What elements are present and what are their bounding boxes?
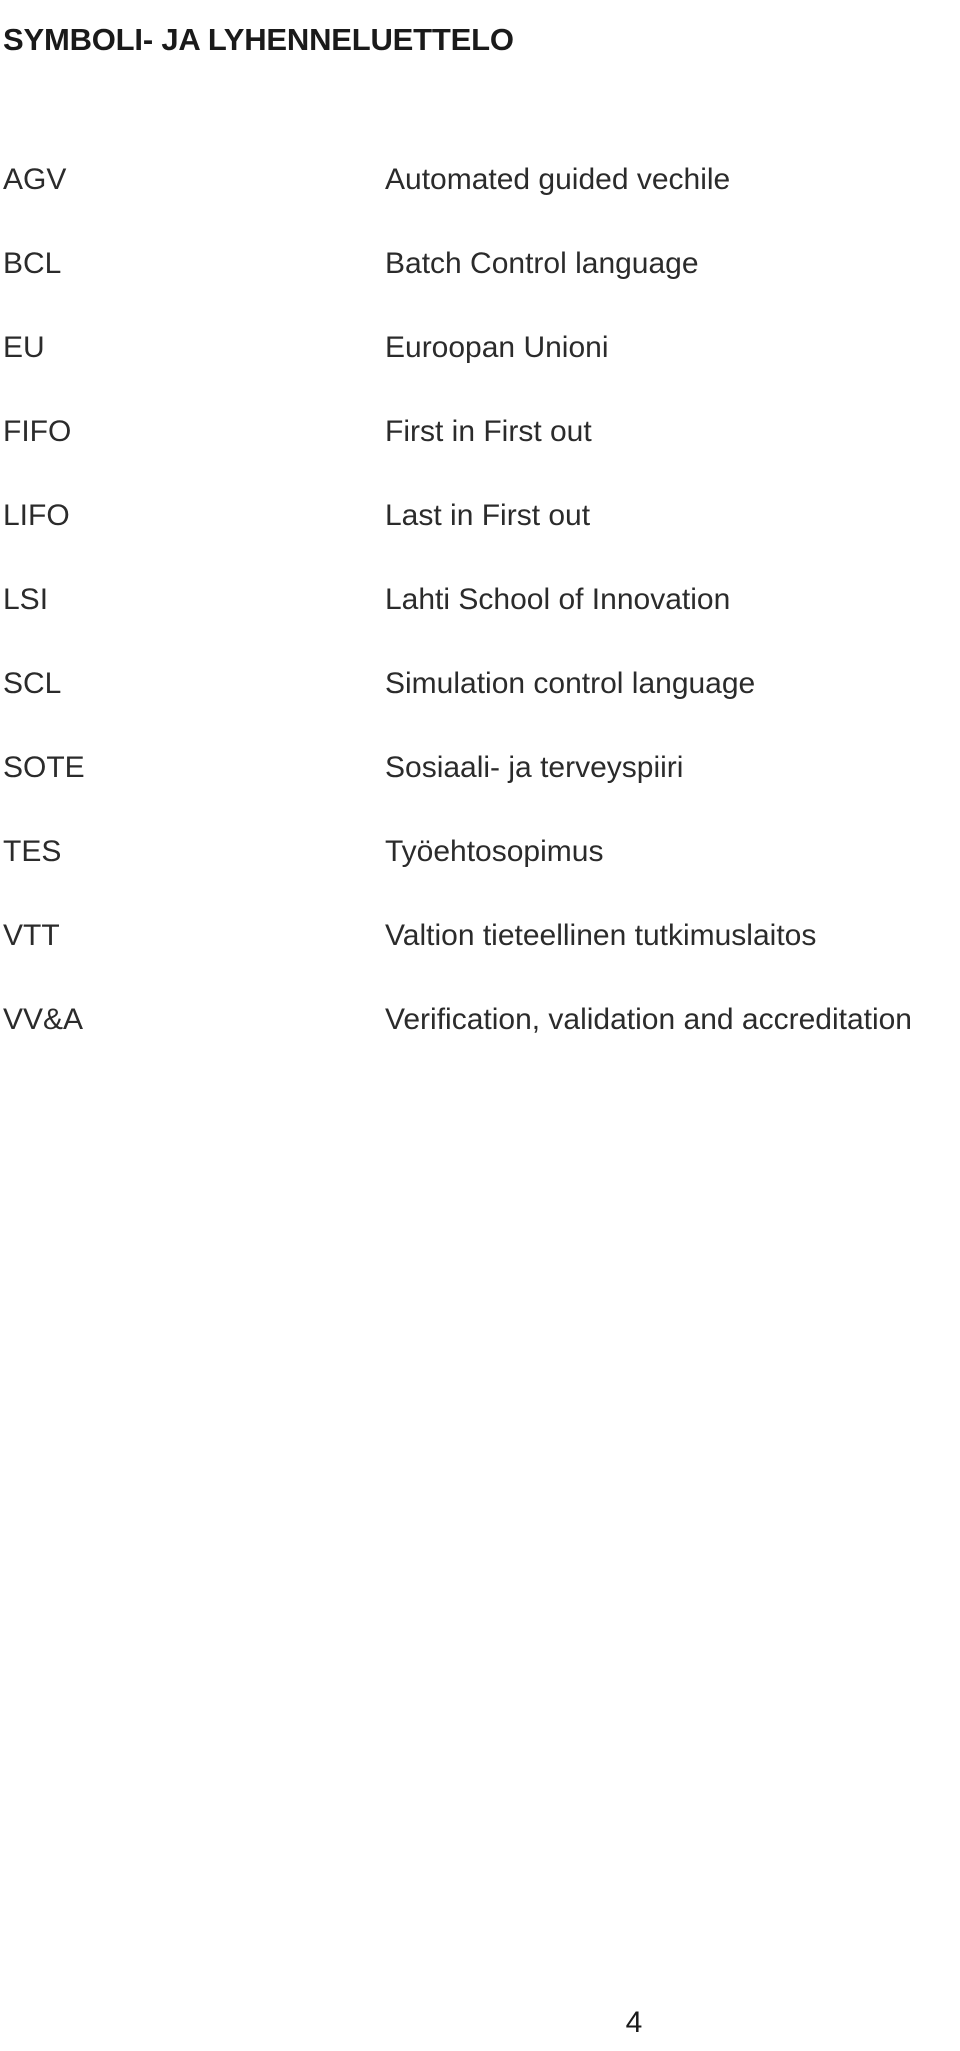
abbreviation-term: EU (3, 331, 45, 364)
abbreviation-definition: Euroopan Unioni (385, 331, 609, 364)
abbreviation-row: VTT Valtion tieteellinen tutkimuslaitos (0, 919, 960, 1003)
abbreviation-term: SCL (3, 667, 62, 700)
abbreviation-row: AGV Automated guided vechile (0, 163, 960, 247)
abbreviation-row: FIFO First in First out (0, 415, 960, 499)
abbreviation-definition: Automated guided vechile (385, 163, 731, 196)
abbreviation-list: AGV Automated guided vechile BCL Batch Cont… (0, 163, 960, 1087)
abbreviation-term: VTT (3, 919, 60, 952)
abbreviation-definition: First in First out (385, 415, 592, 448)
abbreviation-row: TES Työehtosopimus (0, 835, 960, 919)
abbreviation-term: LIFO (3, 499, 70, 532)
page-number: 4 (625, 2006, 643, 2039)
abbreviation-term: TES (3, 835, 62, 868)
abbreviation-row: LIFO Last in First out (0, 499, 960, 583)
abbreviation-definition: Batch Control language (385, 247, 699, 280)
abbreviation-row: SOTE Sosiaali- ja terveyspiiri (0, 751, 960, 835)
abbreviation-row: EU Euroopan Unioni (0, 331, 960, 415)
abbreviation-row: VV&A Verification, validation and accredi… (0, 1003, 960, 1087)
abbreviation-term: SOTE (3, 751, 85, 784)
abbreviation-definition: Lahti School of Innovation (385, 583, 731, 616)
abbreviation-term: BCL (3, 247, 62, 280)
abbreviation-term: FIFO (3, 415, 72, 448)
abbreviation-definition: Sosiaali- ja terveyspiiri (385, 751, 684, 784)
abbreviation-row: BCL Batch Control language (0, 247, 960, 331)
abbreviation-term: AGV (3, 163, 67, 196)
document-page: SYMBOLI- JA LYHENNELUETTELO AGV Automated… (0, 0, 960, 2051)
abbreviation-term: VV&A (3, 1003, 84, 1036)
abbreviation-term: LSI (3, 583, 49, 616)
abbreviation-definition: Valtion tieteellinen tutkimuslaitos (385, 919, 817, 952)
page-title: SYMBOLI- JA LYHENNELUETTELO (3, 21, 514, 57)
abbreviation-row: SCL Simulation control language (0, 667, 960, 751)
abbreviation-definition: Verification, validation and accreditati… (385, 1003, 912, 1036)
abbreviation-definition: Last in First out (385, 499, 591, 532)
abbreviation-definition: Työehtosopimus (385, 835, 604, 868)
abbreviation-definition: Simulation control language (385, 667, 756, 700)
abbreviation-row: LSI Lahti School of Innovation (0, 583, 960, 667)
